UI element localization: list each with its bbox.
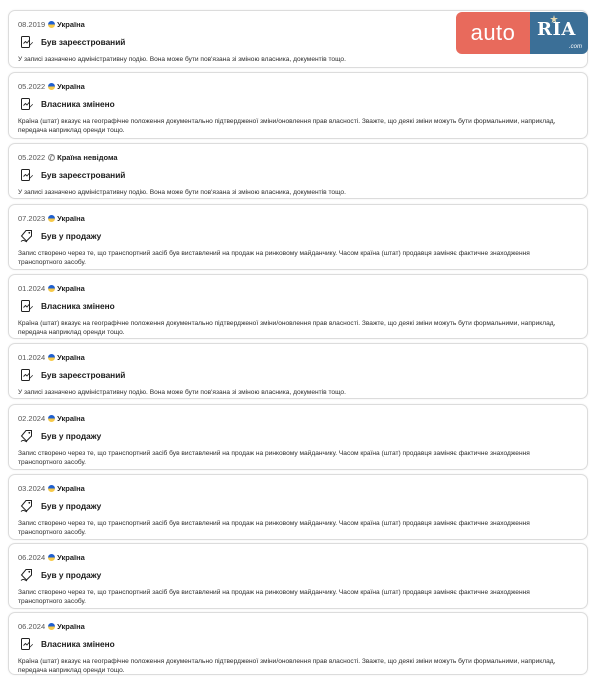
event-date: 05.2022 [18, 81, 46, 91]
document-registration-icon [20, 35, 34, 49]
history-event-card: 01.2024 Україна Власника змінено Країна (… [8, 274, 588, 339]
document-registration-icon [20, 97, 34, 111]
event-title: Власника змінено [41, 99, 115, 109]
ukraine-flag-icon [48, 484, 56, 492]
event-title: Власника змінено [41, 301, 115, 311]
event-country: Країна невідома [57, 152, 118, 162]
event-description: Запис створено через те, що транспортний… [18, 250, 530, 267]
event-title: Був зареєстрований [41, 170, 126, 180]
event-description: Країна (штат) вказує на географічне поло… [18, 118, 556, 135]
event-date: 07.2023 [18, 213, 46, 223]
event-date: 06.2024 [18, 621, 46, 631]
event-date: 06.2024 [18, 552, 46, 562]
event-country: Україна [57, 352, 85, 362]
globe-icon [48, 153, 56, 161]
event-description: У записі зазначено адміністративну подію… [18, 389, 346, 396]
event-date: 03.2024 [18, 483, 46, 493]
event-description: Країна (штат) вказує на географічне поло… [18, 320, 556, 337]
event-date: 02.2024 [18, 413, 46, 423]
history-event-card: 01.2024 Україна Був зареєстрований У запи… [8, 343, 588, 399]
event-date: 01.2024 [18, 352, 46, 362]
event-description: Запис створено через те, що транспортний… [18, 450, 530, 467]
event-title: Власника змінено [41, 639, 115, 649]
event-country: Україна [57, 81, 85, 91]
event-description: У записі зазначено адміністративну подію… [18, 56, 346, 63]
history-event-card: 02.2024 Україна Був у продажу Запис створ… [8, 404, 588, 470]
event-country: Україна [57, 483, 85, 493]
price-tag-hand-icon [20, 568, 34, 582]
event-country: Україна [57, 283, 85, 293]
ukraine-flag-icon [48, 284, 56, 292]
document-registration-icon [20, 168, 34, 182]
event-title: Був у продажу [41, 570, 102, 580]
logo-auto-part: auto [456, 12, 530, 54]
document-registration-icon [20, 368, 34, 382]
event-country: Україна [57, 621, 85, 631]
logo-ria-part: RIA .com [530, 12, 588, 54]
event-country: Україна [57, 552, 85, 562]
document-registration-icon [20, 637, 34, 651]
ukraine-flag-icon [48, 622, 56, 630]
history-event-card: 06.2024 Україна Власника змінено Країна (… [8, 612, 588, 675]
price-tag-hand-icon [20, 229, 34, 243]
event-title: Був зареєстрований [41, 37, 126, 47]
history-event-card: 06.2024 Україна Був у продажу Запис створ… [8, 543, 588, 609]
history-event-card: 05.2022 Країна невідома Був зареєстровани… [8, 143, 588, 199]
event-country: Україна [57, 19, 85, 29]
document-registration-icon [20, 299, 34, 313]
event-description: У записі зазначено адміністративну подію… [18, 189, 346, 196]
price-tag-hand-icon [20, 429, 34, 443]
history-event-card: 03.2024 Україна Був у продажу Запис створ… [8, 474, 588, 540]
history-event-card: 05.2022 Україна Власника змінено Країна (… [8, 72, 588, 139]
autoria-logo: auto RIA .com [456, 12, 588, 54]
logo-ria-text: RIA [537, 19, 576, 40]
event-date: 01.2024 [18, 283, 46, 293]
event-description: Запис створено через те, що транспортний… [18, 589, 530, 606]
ukraine-flag-icon [48, 553, 56, 561]
event-title: Був у продажу [41, 231, 102, 241]
logo-com-text: .com [568, 44, 582, 50]
event-country: Україна [57, 413, 85, 423]
history-event-card: 07.2023 Україна Був у продажу Запис створ… [8, 204, 588, 270]
event-title: Був зареєстрований [41, 370, 126, 380]
ukraine-flag-icon [48, 20, 56, 28]
event-description: Країна (штат) вказує на географічне поло… [18, 658, 556, 675]
ukraine-flag-icon [48, 414, 56, 422]
event-title: Був у продажу [41, 501, 102, 511]
event-title: Був у продажу [41, 431, 102, 441]
ukraine-flag-icon [48, 353, 56, 361]
event-date: 05.2022 [18, 152, 46, 162]
event-country: Україна [57, 213, 85, 223]
event-date: 08.2019 [18, 19, 46, 29]
event-description: Запис створено через те, що транспортний… [18, 520, 530, 537]
price-tag-hand-icon [20, 499, 34, 513]
ukraine-flag-icon [48, 82, 56, 90]
ukraine-flag-icon [48, 214, 56, 222]
